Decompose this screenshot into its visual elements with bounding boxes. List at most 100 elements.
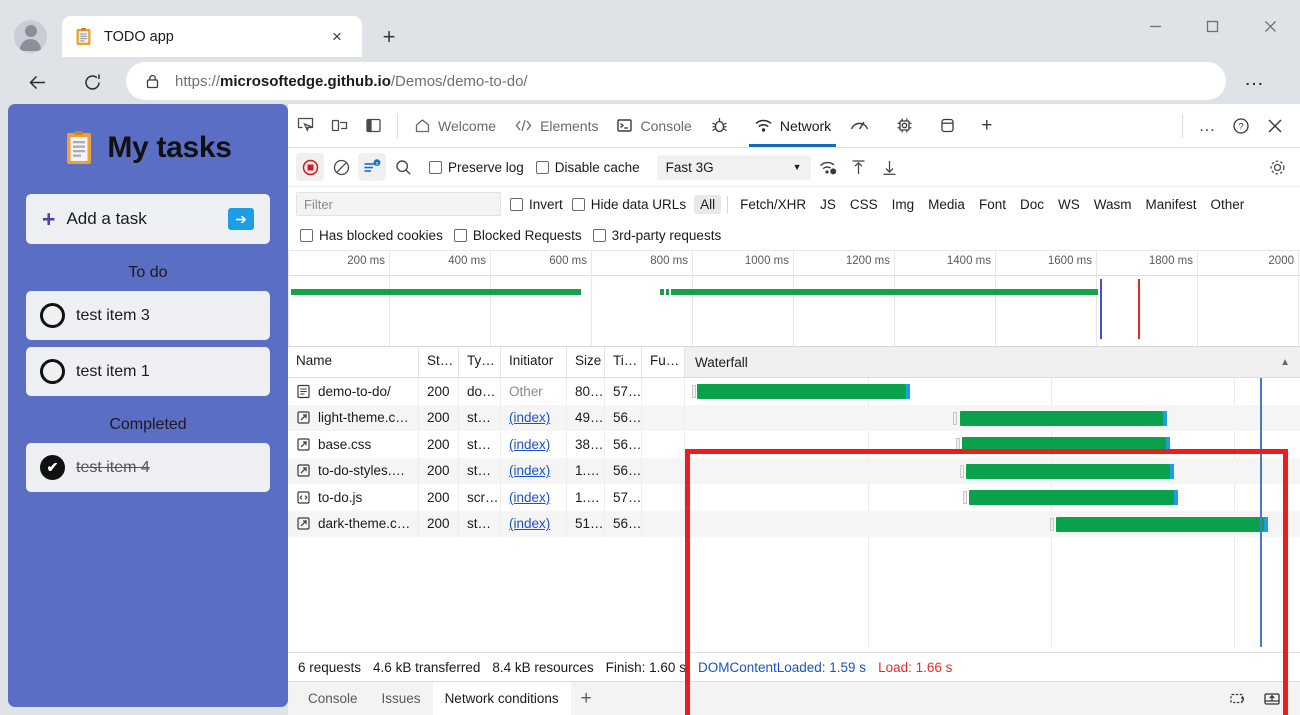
filter-type-media[interactable]: Media [922,195,971,214]
tab-network[interactable]: Network [745,104,840,147]
waterfall-row[interactable] [685,484,1300,511]
throttling-dropdown[interactable]: Fast 3G ▼ [657,155,811,180]
filter-type-all[interactable]: All [694,195,721,214]
invert-checkbox[interactable]: Invert [510,197,563,212]
cell-name: to-do.js [288,484,419,511]
tab-application[interactable] [930,104,972,147]
tab-console[interactable]: Console [607,104,700,147]
reload-button[interactable] [74,64,110,100]
stylesheet-icon [296,437,311,452]
task-checkbox[interactable] [40,359,65,384]
filter-type-manifest[interactable]: Manifest [1139,195,1202,214]
tab-elements[interactable]: Elements [505,104,607,147]
toolbar-divider [1182,114,1183,138]
column-header-initiator[interactable]: Initiator [501,347,567,377]
task-checkbox[interactable] [40,303,65,328]
filter-type-img[interactable]: Img [886,195,921,214]
list-item[interactable]: test item 1 [26,347,270,396]
browser-menu-button[interactable]: … [1244,68,1265,91]
profile-avatar[interactable] [14,20,47,53]
close-tab-icon[interactable]: × [324,24,350,50]
new-tab-button[interactable]: + [374,22,404,52]
waterfall-row[interactable] [685,431,1300,458]
column-header-type[interactable]: Ty… [459,347,501,377]
filter-input[interactable]: Filter [296,192,501,216]
cell-name: base.css [288,431,419,458]
column-header-waterfall[interactable]: Waterfall ▲ [685,347,1300,378]
tab-sources-debugger[interactable] [701,104,745,147]
filter-type-other[interactable]: Other [1205,195,1251,214]
tab-memory[interactable] [886,104,930,147]
drawer-tab-console[interactable]: Console [296,682,370,715]
help-button[interactable]: ? [1224,110,1258,142]
toolbar-divider [397,114,398,138]
initiator-link[interactable]: (index) [509,490,550,505]
export-har-icon[interactable] [876,153,904,181]
network-overview-timeline[interactable]: 200 ms 400 ms 600 ms 800 ms 1000 ms 1200… [288,251,1300,347]
filter-type-ws[interactable]: WS [1052,195,1086,214]
waterfall-row[interactable] [685,405,1300,432]
more-tools-button[interactable]: … [1190,110,1224,142]
column-header-status[interactable]: St… [419,347,459,377]
blocked-requests-checkbox[interactable]: Blocked Requests [454,228,582,243]
search-icon[interactable] [389,153,417,181]
waterfall-row[interactable] [685,458,1300,485]
drawer-tab-network-conditions[interactable]: Network conditions [433,682,571,715]
filter-type-doc[interactable]: Doc [1014,195,1050,214]
drawer-tab-issues[interactable]: Issues [370,682,433,715]
column-header-size[interactable]: Size [567,347,605,377]
clear-network-log-icon[interactable] [327,153,355,181]
add-task-submit-icon[interactable]: ➔ [228,208,254,230]
initiator-link[interactable]: (index) [509,516,550,531]
record-stop-icon[interactable] [296,153,324,181]
dock-side-icon[interactable] [356,111,390,141]
inspect-element-icon[interactable] [288,111,322,141]
add-task-input[interactable]: + Add a task ➔ [26,194,270,244]
window-close-button[interactable] [1248,10,1293,42]
browser-tab[interactable]: TODO app × [62,16,362,57]
drawer-add-tab-button[interactable]: + [571,688,602,710]
export-icon[interactable] [1258,686,1286,712]
tab-label: Elements [540,118,598,134]
add-panel-button[interactable]: + [972,104,1001,147]
task-label: test item 1 [76,363,150,381]
address-bar[interactable]: https://microsoftedge.github.io/Demos/de… [126,62,1226,100]
filter-type-css[interactable]: CSS [844,195,884,214]
window-minimize-button[interactable] [1133,10,1178,42]
gear-icon[interactable] [1262,153,1292,181]
initiator-link[interactable]: (index) [509,437,550,452]
import-har-icon[interactable] [845,153,873,181]
screenshot-icon[interactable] [1224,686,1252,712]
tab-welcome[interactable]: Welcome [405,104,505,147]
list-item[interactable]: ✔ test item 4 [26,443,270,492]
svg-text:?: ? [1238,121,1243,132]
close-devtools-button[interactable] [1258,110,1292,142]
initiator-link[interactable]: (index) [509,410,550,425]
preserve-log-checkbox[interactable]: Preserve log [429,160,524,175]
devtools-tabbar-right: … ? [1175,110,1300,142]
network-conditions-icon[interactable] [814,153,842,181]
third-party-requests-checkbox[interactable]: 3rd-party requests [593,228,722,243]
has-blocked-cookies-checkbox[interactable]: Has blocked cookies [300,228,443,243]
tab-performance[interactable] [840,104,886,147]
initiator-link[interactable]: (index) [509,463,550,478]
device-emulation-icon[interactable] [322,111,356,141]
filter-icon[interactable]: x [358,153,386,181]
waterfall-row[interactable] [685,378,1300,405]
list-item[interactable]: test item 3 [26,291,270,340]
hide-data-urls-checkbox[interactable]: Hide data URLs [572,197,686,212]
checkbox-box [593,229,606,242]
waterfall-row[interactable] [685,511,1300,538]
disable-cache-checkbox[interactable]: Disable cache [536,160,640,175]
column-header-name[interactable]: Name [288,347,419,377]
filter-type-fetch-xhr[interactable]: Fetch/XHR [734,195,812,214]
task-checkbox-checked[interactable]: ✔ [40,455,65,480]
column-header-fulfilled-by[interactable]: Fu… [642,347,685,377]
back-button[interactable] [19,64,55,100]
filter-type-font[interactable]: Font [973,195,1012,214]
column-header-time[interactable]: Ti… [605,347,642,377]
filter-type-js[interactable]: JS [814,195,842,214]
checkbox-box [536,161,549,174]
filter-type-wasm[interactable]: Wasm [1088,195,1138,214]
window-maximize-button[interactable] [1190,10,1235,42]
